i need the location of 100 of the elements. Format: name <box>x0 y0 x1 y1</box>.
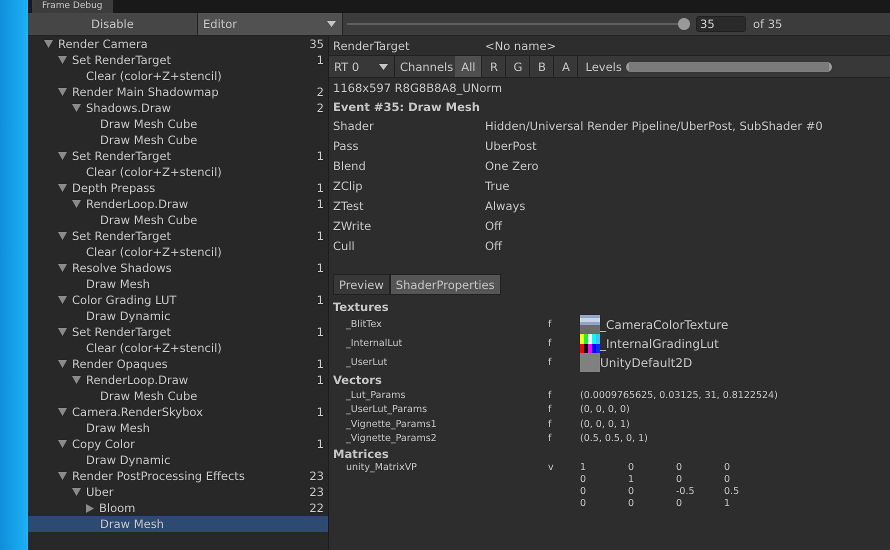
tree-item[interactable]: Draw Mesh <box>28 276 328 292</box>
tree-item[interactable]: Draw Dynamic <box>28 308 328 324</box>
property-type: f <box>548 357 552 368</box>
matrix-cell-text: 0 <box>724 474 732 485</box>
matrix-cell-text: -0.5 <box>676 486 696 497</box>
tree-item[interactable]: Set RenderTarget 1 <box>28 148 328 164</box>
expanded-arrow-icon[interactable] <box>58 232 67 240</box>
tree-item[interactable]: Clear (color+Z+stencil) <box>28 68 328 84</box>
caret-icon <box>327 21 336 27</box>
property-type: f <box>548 390 552 401</box>
property-value: (0.5, 0.5, 0, 1) <box>580 433 648 444</box>
tree-item[interactable]: RenderLoop.Draw 1 <box>28 196 328 212</box>
property-value: One Zero <box>485 159 539 173</box>
expanded-arrow-icon[interactable] <box>58 440 67 448</box>
property-name: _BlitTex <box>344 319 383 330</box>
render-target-name: <No name> <box>485 38 556 52</box>
tree-item[interactable]: Copy Color 1 <box>28 436 328 452</box>
property-name: ZClip <box>333 179 364 193</box>
matrix-cell-text: 1 <box>724 498 732 509</box>
tree-item[interactable]: Clear (color+Z+stencil) <box>28 340 328 356</box>
matrix-cell-text: 0 <box>676 474 684 485</box>
tree-item[interactable]: Uber 23 <box>28 484 328 500</box>
panel-tab[interactable]: ShaderProperties <box>390 274 501 295</box>
property-type: f <box>548 433 552 444</box>
property-value: UberPost <box>485 139 537 153</box>
tree-item[interactable]: Bloom 22 <box>28 500 328 516</box>
property-type: f <box>548 404 552 416</box>
tree-item[interactable]: Render Camera 35 <box>28 36 328 52</box>
editor-dropdown[interactable]: Editor <box>198 13 343 35</box>
matrix-cell-text: 0 <box>676 498 684 509</box>
tree-item[interactable]: Clear (color+Z+stencil) <box>28 164 328 180</box>
section-heading: Textures <box>333 299 390 315</box>
tree-item[interactable]: Draw Dynamic <box>28 452 328 468</box>
event-number-field[interactable]: 35 <box>696 16 746 32</box>
tree-item[interactable]: Clear (color+Z+stencil) <box>28 244 328 260</box>
property-type: f <box>548 418 552 430</box>
panel-tab[interactable]: Preview <box>333 274 390 295</box>
tree-item[interactable]: Camera.RenderSkybox 1 <box>28 404 328 420</box>
matrix-cell-text: 0 <box>628 462 636 473</box>
property-name: Cull <box>333 239 356 253</box>
tree-item[interactable]: Render PostProcessing Effects 23 <box>28 468 328 484</box>
matrix-cell-text: 0 <box>580 474 588 485</box>
rt-dropdown[interactable]: RT 0 <box>329 56 395 77</box>
tree-item[interactable]: Draw Mesh Cube <box>28 116 328 132</box>
window-tab[interactable]: Frame Debug <box>32 0 112 13</box>
tree-item[interactable]: Depth Prepass 1 <box>28 180 328 196</box>
event-slider[interactable] <box>347 17 690 31</box>
expanded-arrow-icon[interactable] <box>58 328 67 336</box>
expanded-arrow-icon[interactable] <box>58 264 67 272</box>
tree-item[interactable]: Draw Mesh Cube <box>28 212 328 228</box>
expanded-arrow-icon[interactable] <box>58 408 67 416</box>
tree-item[interactable]: Render Opaques 1 <box>28 356 328 372</box>
texture-thumbnail-icon <box>580 353 600 372</box>
channel-toggle[interactable]: R <box>482 56 506 77</box>
matrix-cell-text: 0 <box>580 486 588 497</box>
property-name: Pass <box>333 139 360 153</box>
matrix-cell-text: 0.5 <box>724 486 740 497</box>
expanded-arrow-icon[interactable] <box>58 152 67 160</box>
property-name: _Vignette_Params1 <box>344 418 438 430</box>
section-heading: Vectors <box>333 372 383 388</box>
tree-item[interactable]: Color Grading LUT 1 <box>28 292 328 308</box>
channel-toggle[interactable]: B <box>530 56 554 77</box>
matrix-cell-text: 0 <box>676 462 684 473</box>
tree-item[interactable]: Draw Mesh Cube <box>28 132 328 148</box>
matrix-cell-text: 0 <box>724 462 732 473</box>
section-heading: Matrices <box>333 446 390 462</box>
collapsed-arrow-icon[interactable] <box>86 504 94 512</box>
texture-name: UnityDefault2D <box>600 356 692 370</box>
expanded-arrow-icon[interactable] <box>58 296 67 304</box>
levels-range-slider[interactable] <box>626 62 832 72</box>
levels-label: Levels <box>585 60 622 74</box>
property-name: _Vignette_Params2 <box>344 433 438 444</box>
tree-item[interactable]: Set RenderTarget 1 <box>28 228 328 244</box>
property-value: (0, 0, 0, 1) <box>580 418 630 430</box>
property-value: True <box>485 179 510 193</box>
channel-toggle[interactable]: G <box>506 56 530 77</box>
tree-item[interactable]: RenderLoop.Draw 1 <box>28 372 328 388</box>
property-value: Off <box>485 239 502 253</box>
texture-thumbnail-icon <box>580 315 600 334</box>
event-title: Event #35: Draw Mesh <box>333 99 481 116</box>
matrix-cell-text: 1 <box>580 462 588 473</box>
channel-toggle[interactable]: A <box>554 56 578 77</box>
tree-item[interactable]: Draw Mesh <box>28 516 328 532</box>
caret-icon <box>379 64 388 70</box>
texture-format: 1168x597 R8G8B8A8_UNorm <box>333 80 504 97</box>
tree-item[interactable]: Set RenderTarget 1 <box>28 324 328 340</box>
tree-item[interactable]: Render Main Shadowmap 2 <box>28 84 328 100</box>
property-name: Shader <box>333 119 375 133</box>
tree-item[interactable]: Draw Mesh <box>28 420 328 436</box>
disable-button[interactable]: Disable <box>28 13 198 35</box>
channels-label: Channels <box>400 60 454 74</box>
property-value: Off <box>485 219 502 233</box>
property-name: _Lut_Params <box>344 390 406 401</box>
tree-item[interactable]: Draw Mesh Cube <box>28 388 328 404</box>
matrix-cell-text: 0 <box>580 498 588 509</box>
channel-toggle[interactable]: All <box>455 56 482 77</box>
tree-item[interactable]: Resolve Shadows 1 <box>28 260 328 276</box>
tree-item[interactable]: Set RenderTarget 1 <box>28 52 328 68</box>
property-value: Hidden/Universal Render Pipeline/UberPost, SubShader #0 <box>485 119 823 133</box>
tree-item[interactable]: Shadows.Draw 2 <box>28 100 328 116</box>
